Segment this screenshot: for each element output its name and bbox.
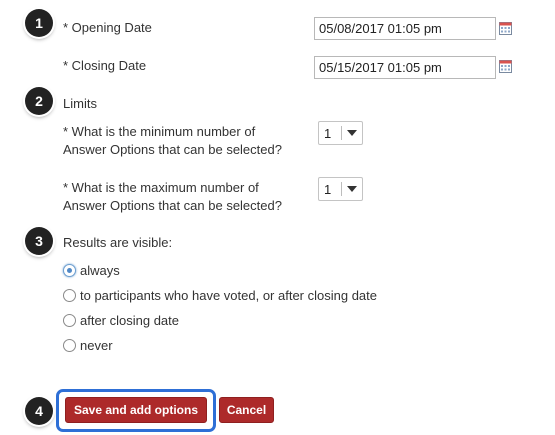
min-options-value: 1 [324, 125, 332, 141]
radio-label: always [80, 262, 120, 278]
min-options-select[interactable]: 1 [318, 121, 363, 145]
step-badge-2: 2 [25, 87, 53, 115]
step-badge-3: 3 [25, 227, 53, 255]
max-options-select[interactable]: 1 [318, 177, 363, 201]
min-options-label-line2: Answer Options that can be selected? [63, 142, 282, 157]
opening-date-label: * Opening Date [63, 20, 152, 35]
save-and-add-options-button[interactable]: Save and add options [65, 397, 207, 423]
min-options-label-line1: * What is the minimum number of [63, 124, 256, 139]
closing-date-field[interactable]: 05/15/2017 01:05 pm [314, 56, 496, 79]
max-options-label-line1: * What is the maximum number of [63, 180, 259, 195]
calendar-icon[interactable] [499, 22, 512, 35]
chevron-down-icon[interactable] [342, 186, 362, 192]
radio-button[interactable] [63, 313, 76, 327]
step-badge-4: 4 [25, 397, 53, 425]
radio-button[interactable] [63, 288, 76, 302]
opening-date-field[interactable]: 05/08/2017 01:05 pm [314, 17, 496, 40]
step-badge-1: 1 [25, 9, 53, 37]
chevron-down-icon[interactable] [342, 130, 362, 136]
radio-option-never[interactable]: never [63, 336, 113, 354]
radio-label: to participants who have voted, or after… [80, 287, 378, 303]
cancel-button[interactable]: Cancel [219, 397, 274, 423]
radio-option-always[interactable]: always [63, 261, 120, 279]
max-options-value: 1 [324, 181, 332, 197]
radio-button[interactable] [63, 263, 76, 277]
radio-label: after closing date [80, 312, 180, 328]
results-visible-heading: Results are visible: [63, 235, 173, 250]
radio-button[interactable] [63, 338, 76, 352]
calendar-icon[interactable] [499, 60, 512, 73]
radio-option-after-closing[interactable]: after closing date [63, 311, 179, 329]
limits-heading: Limits [63, 96, 97, 111]
max-options-label-line2: Answer Options that can be selected? [63, 198, 282, 213]
radio-option-voted-or-closed[interactable]: to participants who have voted, or after… [63, 286, 377, 304]
closing-date-label: * Closing Date [63, 58, 147, 73]
radio-label: never [80, 337, 113, 353]
